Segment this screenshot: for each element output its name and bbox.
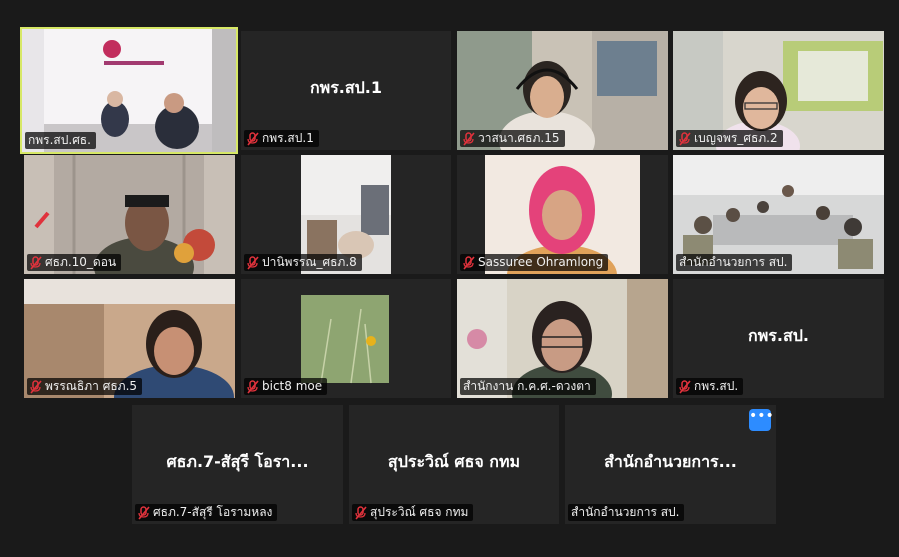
participant-name: เบญจพร_ศธภ.2 [694, 131, 778, 145]
participant-display-name: กพร.สป. [748, 325, 809, 345]
video-tile[interactable]: เบญจพร_ศธภ.2 [673, 31, 884, 150]
participant-name-label: สำนักงาน ก.ค.ศ.-ดวงตา [460, 378, 596, 395]
participant-name-label: สำนักอำนวยการ สป. [676, 254, 793, 271]
participant-name: Sassuree Ohramlong [478, 255, 604, 269]
participant-name-label: bict8 moe [244, 378, 328, 395]
muted-mic-icon [679, 379, 691, 394]
muted-mic-icon [679, 131, 691, 146]
participant-name-label: สุประวิณ์ ศธจ กทม [352, 504, 474, 521]
participant-name-label: กพร.สป.1 [244, 130, 319, 147]
video-tile[interactable]: สำนักอำนวยการ สป. [673, 155, 884, 274]
video-tile[interactable]: สำนักอำนวยการ... สำนักอำนวยการ สป. [565, 405, 776, 524]
participant-name-label: สำนักอำนวยการ สป. [568, 504, 685, 521]
muted-mic-icon [247, 255, 259, 270]
more-options-button[interactable]: ••• [749, 409, 774, 431]
video-tile[interactable]: กพร.สป.1 กพร.สป.1 [241, 31, 451, 150]
participant-name-label: ปานิพรรณ_ศธภ.8 [244, 254, 362, 271]
video-tile[interactable]: กพร.สป. กพร.สป. [673, 279, 884, 398]
participant-display-name: กพร.สป.1 [309, 77, 383, 97]
video-tile[interactable]: วาสนา.ศธภ.15 [457, 31, 668, 150]
participant-name-label: Sassuree Ohramlong [460, 254, 609, 271]
muted-mic-icon [247, 379, 259, 394]
participant-display-name: ศธภ.7-สัสุรี โอรา... [166, 451, 309, 471]
video-tile[interactable]: ศธภ.10_ดอน [24, 155, 235, 274]
participant-display-name: สุประวิณ์ ศธจ กทม [387, 451, 521, 471]
muted-mic-icon [138, 505, 150, 520]
muted-mic-icon [30, 379, 42, 394]
participant-display-name: สำนักอำนวยการ... [604, 451, 737, 471]
participant-name-label: กพร.สป.ศธ. [25, 132, 96, 149]
video-tile[interactable]: Sassuree Ohramlong [457, 155, 668, 274]
muted-mic-icon [463, 131, 475, 146]
participant-name: ศธภ.10_ดอน [45, 255, 117, 269]
video-tile[interactable]: กพร.สป.ศธ. [20, 27, 238, 154]
participant-name-label: วาสนา.ศธภ.15 [460, 130, 565, 147]
participant-name-label: ศธภ.7-สัสุรี โอรามหลง [135, 504, 278, 521]
participant-name: สำนักอำนวยการ สป. [571, 505, 680, 519]
video-tile[interactable]: สุประวิณ์ ศธจ กทม สุประวิณ์ ศธจ กทม [349, 405, 559, 524]
participant-name: ปานิพรรณ_ศธภ.8 [262, 255, 357, 269]
muted-mic-icon [355, 505, 367, 520]
participant-name: กพร.สป. [694, 379, 739, 393]
participant-name: ศธภ.7-สัสุรี โอรามหลง [153, 505, 273, 519]
muted-mic-icon [247, 131, 259, 146]
participant-name: กพร.สป.ศธ. [28, 133, 91, 147]
video-tile[interactable]: พรรณธิภา ศธภ.5 [24, 279, 235, 398]
participant-name-label: กพร.สป. [676, 378, 744, 395]
participant-name: วาสนา.ศธภ.15 [478, 131, 560, 145]
video-tile[interactable]: bict8 moe [241, 279, 451, 398]
participant-name: สำนักงาน ก.ค.ศ.-ดวงตา [463, 379, 591, 393]
video-tile[interactable]: ปานิพรรณ_ศธภ.8 [241, 155, 451, 274]
muted-mic-icon [463, 255, 475, 270]
participant-name: bict8 moe [262, 379, 323, 393]
participant-name-label: พรรณธิภา ศธภ.5 [27, 378, 143, 395]
participant-name-label: ศธภ.10_ดอน [27, 254, 122, 271]
muted-mic-icon [30, 255, 42, 270]
participant-name: สุประวิณ์ ศธจ กทม [370, 505, 469, 519]
video-tile[interactable]: สำนักงาน ก.ค.ศ.-ดวงตา [457, 279, 668, 398]
participant-name: กพร.สป.1 [262, 131, 314, 145]
participant-name-label: เบญจพร_ศธภ.2 [676, 130, 783, 147]
participant-name: พรรณธิภา ศธภ.5 [45, 379, 138, 393]
participant-name: สำนักอำนวยการ สป. [679, 255, 788, 269]
video-tile[interactable]: ศธภ.7-สัสุรี โอรา... ศธภ.7-สัสุรี โอรามห… [132, 405, 343, 524]
